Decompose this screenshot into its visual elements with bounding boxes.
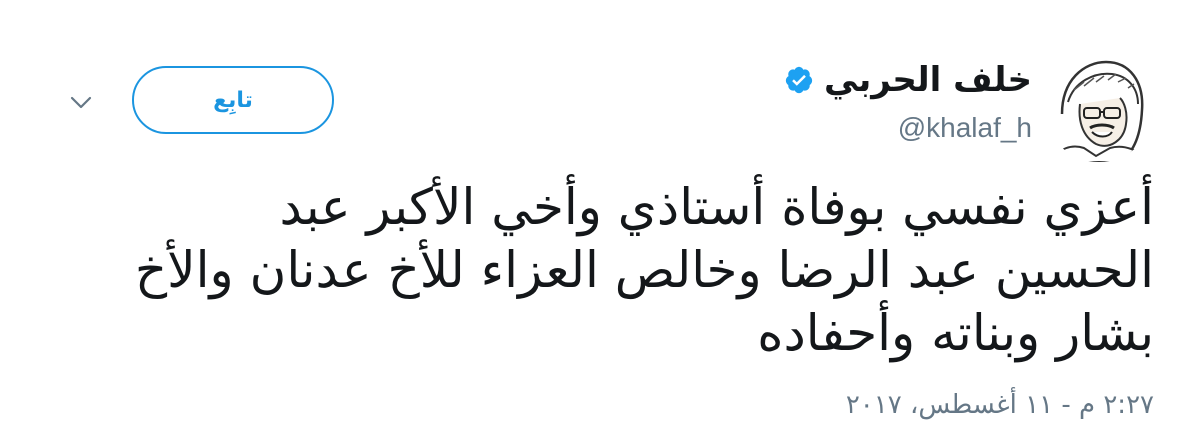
chevron-down-icon — [70, 96, 92, 109]
author-handle[interactable]: @khalaf_h — [784, 112, 1032, 144]
avatar-caricature-icon — [1044, 52, 1154, 162]
tweet-card: خلف الحربي @khalaf_h تابِع أعزي نفسي بوف… — [0, 0, 1200, 437]
tweet-text: أعزي نفسي بوفاة أستاذي وأخي الأكبر عبد ا… — [74, 176, 1154, 365]
more-options-button[interactable] — [66, 88, 96, 118]
verified-badge-icon — [785, 66, 813, 94]
author-name[interactable]: خلف الحربي — [824, 58, 1032, 102]
follow-button[interactable]: تابِع — [132, 66, 334, 134]
tweet-text-line: الحسين عبد الرضا وخالص العزاء للأخ عدنان… — [134, 241, 1154, 299]
author-name-row: خلف الحربي — [784, 58, 1032, 102]
tweet-text-line: بشار وبناته وأحفاده — [757, 304, 1154, 362]
tweet-text-line: أعزي نفسي بوفاة أستاذي وأخي الأكبر عبد — [279, 178, 1154, 236]
avatar[interactable] — [1044, 52, 1154, 162]
author-info[interactable]: خلف الحربي @khalaf_h — [784, 58, 1032, 144]
tweet-timestamp[interactable]: ٢:٢٧ م - ١١ أغسطس، ٢٠١٧ — [846, 390, 1154, 420]
